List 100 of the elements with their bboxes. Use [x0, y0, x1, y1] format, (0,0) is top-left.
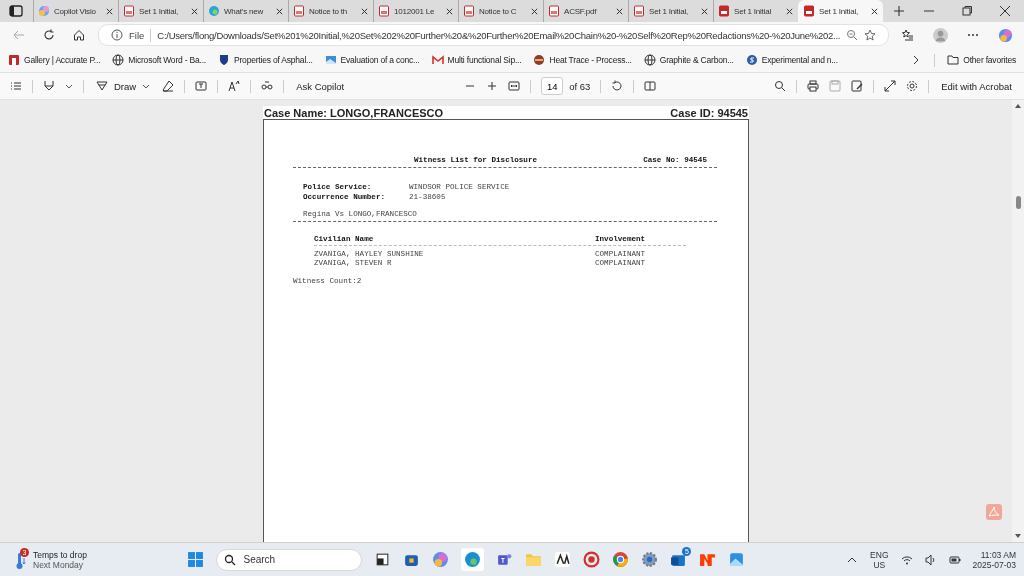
region-label[interactable]: US — [873, 559, 886, 570]
pdf-icon — [548, 5, 560, 17]
bookmark[interactable]: Microsoft Word - Ba... — [112, 54, 206, 66]
close-icon[interactable] — [615, 6, 624, 16]
caret-icon[interactable] — [65, 82, 73, 90]
globe-icon — [643, 54, 656, 66]
search-field[interactable]: Search — [216, 548, 363, 571]
bookmark[interactable]: Properties of Asphal... — [218, 54, 313, 66]
contents-icon[interactable] — [10, 80, 22, 92]
fit-width-icon[interactable] — [508, 80, 521, 92]
translate-icon[interactable] — [261, 80, 274, 92]
new-tab-icon[interactable] — [893, 5, 905, 17]
target-icon[interactable] — [583, 551, 601, 568]
text-box-icon[interactable] — [195, 80, 208, 92]
url-text: C:/Users/flong/Downloads/Set%201%20Initial,%20Set%202%20Further%20&%20Further%20Email%20Chain%20-%20Self%20Rep%20Redactions%20-%20June%202... — [157, 29, 841, 41]
close-icon[interactable] — [700, 6, 709, 16]
close-icon[interactable] — [870, 6, 879, 16]
home-icon[interactable] — [73, 29, 85, 41]
gallery-icon — [8, 54, 20, 66]
print-icon[interactable] — [807, 80, 820, 92]
bookmark[interactable]: Gallery | Accurate P... — [8, 54, 101, 66]
scrollbar[interactable] — [1012, 100, 1024, 542]
zoom-out-icon[interactable] — [846, 29, 859, 41]
letter-icon[interactable] — [554, 551, 572, 568]
image-icon — [324, 54, 337, 66]
tab-actions-icon[interactable] — [9, 5, 23, 17]
favorites-icon[interactable] — [902, 29, 915, 41]
caret-icon — [142, 82, 151, 90]
close-icon[interactable] — [785, 6, 794, 16]
restore-icon[interactable] — [961, 5, 973, 17]
read-aloud-icon[interactable] — [228, 80, 241, 92]
letter-n-logo-icon[interactable] — [699, 551, 717, 568]
bookmark[interactable]: Graphite & Carbon... — [643, 54, 734, 66]
clock-time[interactable]: 11:03 AM — [980, 549, 1016, 560]
edge-icon — [208, 5, 220, 17]
bookmark[interactable]: Heat Trace - Process... — [533, 54, 632, 66]
pdf-icon — [378, 5, 390, 17]
settings-icon[interactable] — [641, 551, 659, 568]
bookmark[interactable]: Evaluation of a conc... — [324, 54, 420, 66]
close-icon[interactable] — [105, 6, 114, 16]
ask-copilot-button[interactable]: Ask Copilot — [294, 78, 347, 94]
scroll-up-icon[interactable] — [1014, 102, 1022, 110]
folder-icon — [947, 54, 960, 66]
draw-button[interactable]: Draw — [94, 78, 153, 94]
bookmark[interactable]: Experimental and n... — [745, 54, 838, 66]
scroll-down-icon[interactable] — [1014, 532, 1022, 540]
clock-date[interactable]: 2025-07-03 — [972, 559, 1016, 570]
pdf-icon — [803, 5, 815, 17]
close-icon[interactable] — [190, 6, 199, 16]
teams-icon[interactable] — [496, 551, 514, 568]
expand-icon[interactable] — [884, 80, 897, 92]
weather-subtitle: Next Monday — [33, 559, 84, 570]
info-icon — [111, 29, 123, 41]
pdf-icon — [463, 5, 475, 17]
eraser-icon[interactable] — [162, 80, 175, 92]
address-bar[interactable]: File C:/Users/flong/Downloads/Set%201%20Initial,%20Set%202%20Further%20&%20Further%20Email%20Chain%20-%20Self%20Rep%20Redactions%20-%20June%202... — [98, 24, 890, 46]
page-number-field[interactable]: 14 — [541, 77, 564, 95]
pdf-icon — [718, 5, 730, 17]
copilot-icon[interactable] — [432, 551, 450, 568]
refresh-icon[interactable] — [43, 29, 55, 41]
rotate-icon[interactable] — [611, 80, 624, 92]
profile-icon[interactable] — [933, 27, 949, 43]
close-icon[interactable] — [530, 6, 539, 16]
star-icon[interactable] — [864, 29, 877, 41]
file-label: File — [129, 29, 145, 41]
shield-icon — [218, 54, 230, 66]
wifi-icon[interactable] — [900, 553, 913, 566]
edit-with-acrobat-button[interactable]: Edit with Acrobat — [939, 78, 1014, 94]
save-as-icon[interactable] — [851, 80, 864, 92]
scroll-thumb[interactable] — [1015, 196, 1021, 209]
weather-title: Temps to drop — [33, 549, 87, 560]
page-count: of 63 — [569, 80, 591, 92]
search-icon[interactable] — [774, 80, 787, 92]
highlighter-icon[interactable] — [43, 80, 55, 92]
case-id: Case ID: 94545 — [670, 107, 748, 119]
copilot-icon[interactable] — [998, 27, 1014, 43]
site-icon — [745, 54, 758, 66]
bookmark[interactable]: Multi functional Sip... — [431, 54, 522, 66]
pdf-icon — [293, 5, 305, 17]
pen-icon — [96, 80, 108, 92]
zoom-in-icon[interactable] — [486, 80, 499, 92]
close-icon[interactable] — [360, 6, 369, 16]
chrome-icon[interactable] — [612, 551, 630, 568]
battery-icon[interactable] — [948, 553, 961, 566]
speaker-icon[interactable] — [924, 553, 937, 566]
globe-icon — [112, 54, 125, 66]
close-icon[interactable] — [999, 5, 1011, 17]
copilot-icon — [38, 5, 50, 17]
close-icon[interactable] — [275, 6, 284, 16]
page-view-icon[interactable] — [644, 80, 657, 92]
other-favorites[interactable]: Other favorites — [947, 54, 1016, 66]
photos-icon[interactable] — [728, 551, 746, 568]
browser-tab[interactable]: Set 1 Initial, — [798, 0, 883, 22]
settings-icon[interactable] — [906, 80, 919, 92]
pdf-icon — [123, 5, 135, 17]
language-label[interactable]: ENG — [870, 549, 889, 560]
start-icon[interactable] — [187, 551, 205, 568]
edge-icon[interactable] — [461, 548, 485, 571]
case-name: Case Name: LONGO,FRANCESCO — [264, 107, 444, 119]
close-icon[interactable] — [445, 6, 454, 16]
